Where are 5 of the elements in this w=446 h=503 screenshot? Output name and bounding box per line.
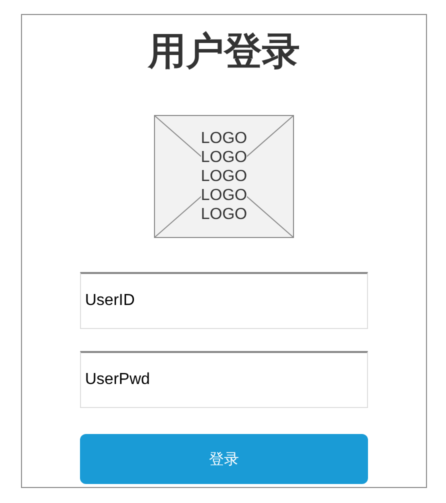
- logo-text: LOGO: [200, 167, 248, 186]
- input-field[interactable]: UserID: [80, 272, 368, 329]
- logo-text: LOGO: [200, 148, 248, 167]
- input-field[interactable]: UserPwd: [80, 351, 368, 408]
- page-title: 用户登录: [148, 29, 300, 73]
